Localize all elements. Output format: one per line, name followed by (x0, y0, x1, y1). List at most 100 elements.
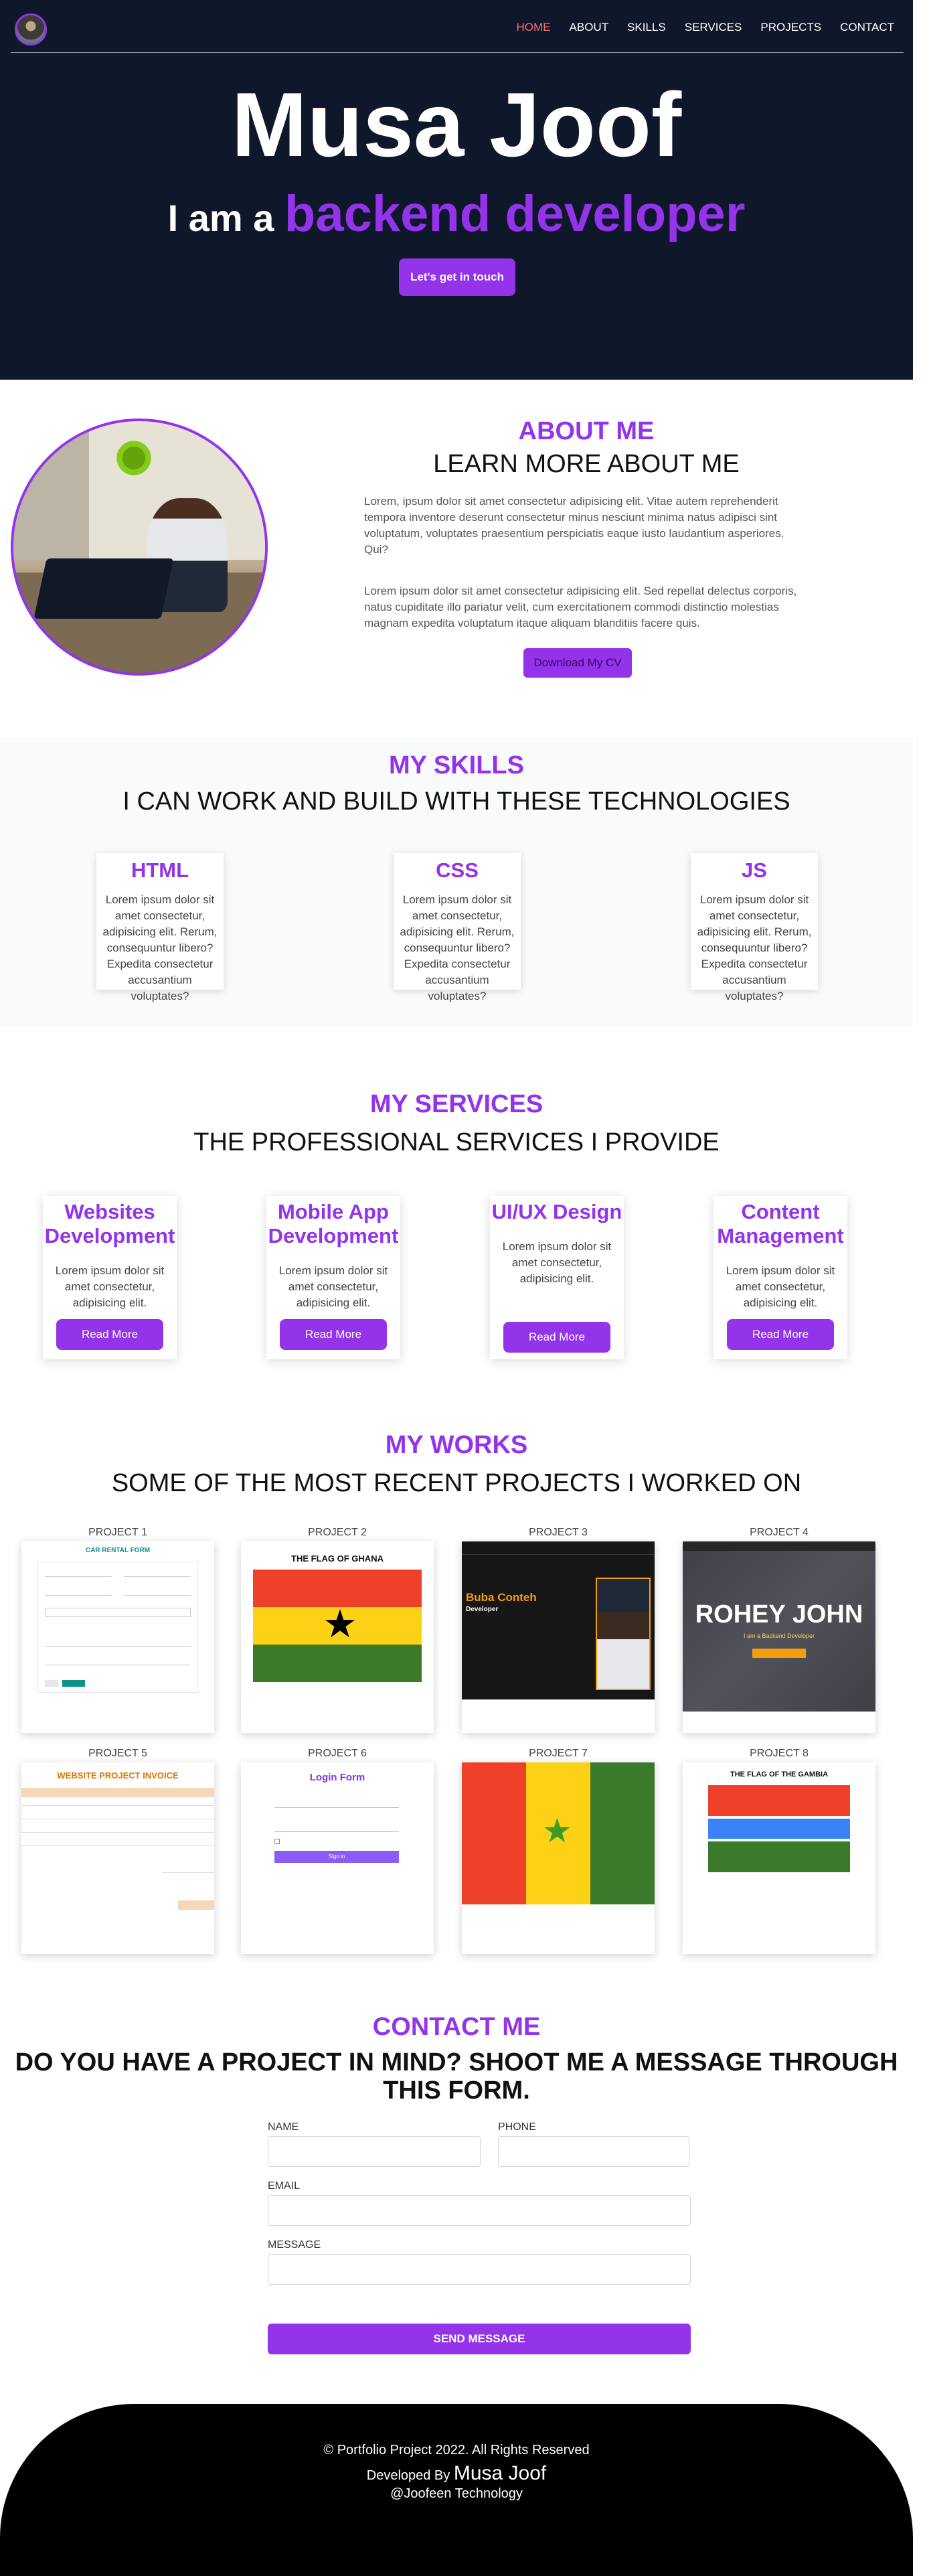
project-label: PROJECT 1 (88, 1527, 147, 1538)
services-kicker: MY SERVICES (369, 1090, 543, 1118)
gambia-flag (708, 1785, 850, 1880)
project-card-4[interactable]: PROJECT 4 ROHEY JOHN I am a Backend Deve… (683, 1527, 875, 1733)
project-heading: Login Form (309, 1772, 365, 1783)
nav-links: HOME ABOUT SKILLS SERVICES PROJECTS CONT… (517, 21, 894, 34)
project-thumbnail[interactable]: ROHEY JOHN I am a Backend Developer (683, 1541, 875, 1733)
works-title: SOME OF THE MOST RECENT PROJECTS I WORKE… (111, 1469, 802, 1497)
about-paragraph-1: Lorem, ipsum dolor sit amet consectetur … (364, 495, 784, 556)
footer-developed-by: Developed By Musa Joof (0, 2462, 913, 2485)
nav-contact[interactable]: CONTACT (840, 21, 894, 34)
services-title: THE PROFESSIONAL SERVICES I PROVIDE (193, 1128, 720, 1156)
nav-skills[interactable]: SKILLS (627, 21, 666, 34)
logo-avatar[interactable] (15, 13, 47, 46)
hero-role-prefix: I am a (167, 197, 274, 239)
service-card-mobile: Mobile App Development Lorem ipsum dolor… (266, 1196, 400, 1359)
name-input[interactable] (268, 2136, 481, 2167)
project-thumbnail[interactable]: Login Form Sign in (241, 1762, 434, 1954)
send-message-button[interactable]: SEND MESSAGE (268, 2324, 691, 2354)
profile-photo (11, 419, 268, 676)
service-name: Websites Development (44, 1200, 175, 1247)
project-heading: CAR RENTAL FORM (85, 1547, 151, 1554)
service-name: UI/UX Design (491, 1200, 622, 1223)
service-text: Lorem ipsum dolor sit amet consectetur, … (726, 1264, 835, 1309)
skill-text: Lorem ipsum dolor sit amet consectetur, … (697, 893, 812, 1002)
contact-header: CONTACT ME DO YOU HAVE A PROJECT IN MIND… (0, 2013, 913, 2105)
nav-projects[interactable]: PROJECTS (760, 21, 821, 34)
skills-kicker: MY SKILLS (389, 751, 524, 779)
about-kicker: ABOUT ME (518, 417, 655, 445)
footer-developed-label: Developed By (366, 2468, 450, 2483)
skill-card-css: CSS Lorem ipsum dolor sit amet consectet… (394, 853, 521, 1002)
project-label: PROJECT 4 (750, 1527, 809, 1538)
email-input[interactable] (268, 2195, 691, 2226)
service-text: Lorem ipsum dolor sit amet consectetur, … (502, 1240, 612, 1285)
read-more-button[interactable]: Read More (280, 1319, 387, 1350)
skill-name: CSS (436, 858, 479, 882)
download-cv-button[interactable]: Download My CV (523, 648, 632, 678)
ghana-flag: ★ (253, 1570, 422, 1682)
read-more-button[interactable]: Read More (56, 1319, 163, 1350)
read-more-button[interactable]: Read More (503, 1322, 610, 1353)
contact-title: DO YOU HAVE A PROJECT IN MIND? SHOOT ME … (15, 2048, 898, 2105)
about-title: LEARN MORE ABOUT ME (433, 450, 740, 478)
phone-input[interactable] (498, 2136, 689, 2167)
project-thumbnail[interactable]: WEBSITE PROJECT INVOICE (21, 1762, 214, 1954)
skill-text: Lorem ipsum dolor sit amet consectetur, … (400, 893, 515, 1002)
hero-role: I am a backend developer (0, 185, 913, 243)
message-label: MESSAGE (268, 2239, 321, 2251)
skills-section: MY SKILLS I CAN WORK AND BUILD WITH THES… (0, 738, 913, 1027)
service-text: Lorem ipsum dolor sit amet consectetur, … (278, 1264, 388, 1309)
project-heading: WEBSITE PROJECT INVOICE (57, 1770, 179, 1781)
services-header: MY SERVICES THE PROFESSIONAL SERVICES I … (0, 1090, 913, 1157)
project-label: PROJECT 6 (308, 1748, 367, 1759)
service-text: Lorem ipsum dolor sit amet consectetur, … (55, 1264, 165, 1309)
get-in-touch-button[interactable]: Let's get in touch (399, 258, 515, 296)
project-card-1[interactable]: PROJECT 1 CAR RENTAL FORM (21, 1527, 214, 1733)
name-label: NAME (268, 2121, 299, 2133)
footer-author: Musa Joof (453, 2462, 547, 2484)
project-heading: THE FLAG OF THE GAMBIA (730, 1770, 829, 1778)
project-thumbnail[interactable]: CAR RENTAL FORM (21, 1541, 214, 1733)
project-thumbnail[interactable]: THE FLAG OF GHANA ★ (241, 1541, 434, 1733)
nav-services[interactable]: SERVICES (685, 21, 742, 34)
project-card-6[interactable]: PROJECT 6 Login Form Sign in (241, 1748, 434, 1954)
senegal-flag: ★ (462, 1762, 655, 1904)
project-signin-button: Sign in (274, 1851, 399, 1863)
works-header: MY WORKS SOME OF THE MOST RECENT PROJECT… (0, 1431, 913, 1498)
contact-kicker: CONTACT ME (372, 2013, 541, 2041)
service-name: Mobile App Development (268, 1200, 399, 1247)
project-heading: THE FLAG OF GHANA (291, 1554, 384, 1564)
project-heading: ROHEY JOHN (695, 1600, 863, 1628)
project-thumbnail[interactable]: ★ (462, 1762, 655, 1954)
about-paragraph-2: Lorem ipsum dolor sit amet consectetur a… (364, 585, 797, 629)
project-subheading: Developer (466, 1606, 499, 1613)
project-card-7[interactable]: PROJECT 7 ★ (462, 1748, 655, 1954)
read-more-button[interactable]: Read More (727, 1319, 834, 1350)
footer-company: @Joofeen Technology (390, 2486, 523, 2501)
project-thumbnail[interactable]: Buba Conteh Developer (462, 1541, 655, 1733)
project-heading: Buba Conteh (466, 1591, 537, 1604)
project-thumbnail[interactable]: THE FLAG OF THE GAMBIA (683, 1762, 875, 1954)
project-card-2[interactable]: PROJECT 2 THE FLAG OF GHANA ★ (241, 1527, 434, 1733)
message-textarea[interactable] (268, 2254, 691, 2285)
project-label: PROJECT 3 (529, 1527, 588, 1538)
project-card-5[interactable]: PROJECT 5 WEBSITE PROJECT INVOICE (21, 1748, 214, 1954)
email-label: EMAIL (268, 2180, 301, 2192)
project-card-3[interactable]: PROJECT 3 Buba Conteh Developer (462, 1527, 655, 1733)
service-card-websites: Websites Development Lorem ipsum dolor s… (43, 1196, 177, 1359)
skill-text: Lorem ipsum dolor sit amet consectetur, … (102, 893, 218, 1002)
footer: © Portfolio Project 2022. All Rights Res… (0, 2404, 913, 2576)
project-subheading: I am a Backend Developer (743, 1633, 815, 1639)
skill-name: JS (742, 858, 767, 882)
nav-about[interactable]: ABOUT (570, 21, 609, 34)
project-label: PROJECT 8 (750, 1748, 809, 1759)
about-section: ABOUT ME LEARN MORE ABOUT ME Lorem, ipsu… (364, 417, 809, 631)
skill-card-js: JS Lorem ipsum dolor sit amet consectetu… (691, 853, 818, 1002)
works-kicker: MY WORKS (385, 1431, 528, 1459)
project-card-8[interactable]: PROJECT 8 THE FLAG OF THE GAMBIA (683, 1748, 875, 1954)
footer-copyright: © Portfolio Project 2022. All Rights Res… (323, 2443, 590, 2457)
hero-role-highlight: backend developer (284, 185, 746, 242)
phone-label: PHONE (498, 2121, 536, 2133)
hero-name: Musa Joof (231, 74, 682, 175)
nav-home[interactable]: HOME (517, 21, 551, 34)
